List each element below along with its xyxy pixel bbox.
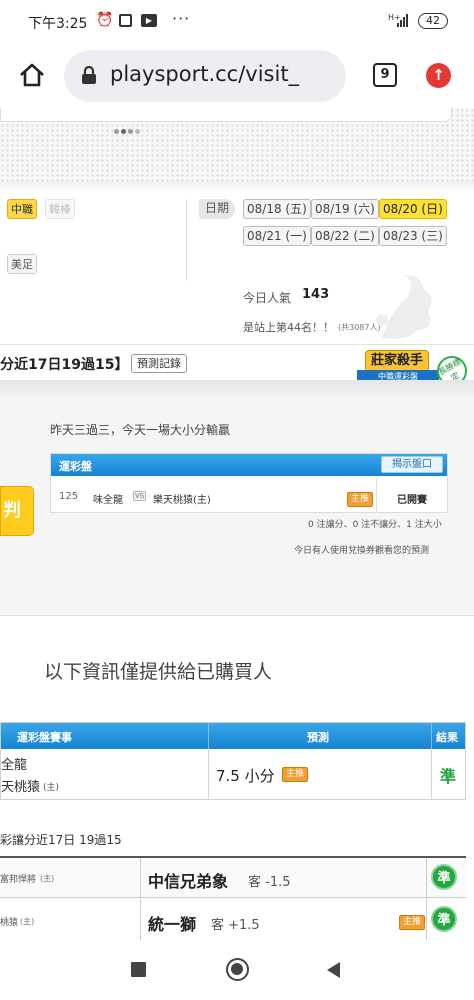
date-0820[interactable]: 08/20 (日) — [379, 199, 447, 219]
home-button[interactable] — [226, 958, 249, 981]
bet-table-title: 運彩盤 — [59, 460, 92, 473]
popularity-label: 今日人氣 — [243, 291, 292, 305]
handicap-result-2: 準 — [431, 906, 457, 932]
update-icon[interactable]: ↑ — [426, 63, 451, 88]
tag-kbo[interactable]: 韓棒 — [45, 199, 75, 219]
battery-icon: 42 — [418, 13, 448, 29]
header-prediction: 預測 — [307, 731, 329, 744]
summary-text: 昨天三過三，今天一場大小分輸贏 — [50, 423, 231, 437]
back-button[interactable] — [324, 960, 342, 980]
tag-nfl[interactable]: 美足 — [7, 254, 37, 274]
status-time: 下午3:25 — [28, 16, 88, 32]
handicap-row-1: 富邦悍將 (主) 中信兄弟象 客 -1.5 準 — [0, 858, 466, 898]
tab-count-button[interactable]: 9 — [373, 63, 397, 87]
result-team1: 全龍 — [1, 758, 28, 773]
handicap-left-1: 富邦悍將 — [0, 875, 37, 885]
result-team2: 天桃猿 — [1, 780, 41, 795]
host-pick-tag: 主推 — [347, 492, 374, 507]
handicap-result-1: 準 — [431, 864, 457, 890]
carousel-dots[interactable] — [114, 129, 140, 134]
handicap-left-suffix-1: (主) — [40, 874, 55, 883]
bet-counts: 0 注讓分、0 注不讓分、1 注大小 — [308, 520, 442, 530]
result-host-tag: 主推 — [282, 767, 309, 782]
purchased-notice: 以下資訊僅提供給已購買人 — [44, 661, 273, 683]
result-table: 運彩盤賽事 預測 結果 全龍 天桃猿 (主) 7.5 小分 主推 準 — [0, 722, 466, 800]
badge-main: 莊家殺手 — [365, 350, 429, 372]
game-number: 125 — [59, 491, 79, 502]
buy-button[interactable]: 判 — [0, 486, 34, 536]
handicap-left-2: 桃猿 — [0, 918, 19, 928]
date-0822[interactable]: 08/22 (二) — [311, 226, 379, 246]
away-team: 味全龍 — [93, 495, 123, 506]
vs-icon: VS — [133, 491, 147, 501]
date-0818[interactable]: 08/18 (五) — [243, 199, 311, 219]
date-label: 日期 — [199, 199, 236, 219]
bet-table-header: 運彩盤 揭示盤口 — [51, 454, 447, 476]
result-team2-suffix: (主) — [43, 783, 60, 793]
date-0819[interactable]: 08/19 (六) — [311, 199, 379, 219]
popularity-value: 143 — [302, 287, 330, 302]
result-mark: 準 — [440, 767, 457, 786]
popularity-rank: 是站上第44名！！ — [243, 321, 334, 334]
handicap-row-2: 桃猿 (主) 統一獅 客 +1.5 主推 準 — [0, 899, 466, 940]
panel-shadow — [0, 380, 474, 398]
home-team: 樂天桃猿(主) — [153, 495, 211, 506]
result-prediction: 7.5 小分 — [216, 767, 275, 785]
lock-icon — [82, 66, 96, 84]
cell-divider — [376, 478, 377, 512]
divider — [0, 182, 474, 190]
reveal-odds-button[interactable]: 揭示盤口 — [381, 456, 443, 473]
handicap-title: 彩讓分近17日 19過15 — [0, 833, 122, 847]
youtube-icon: ▶ — [141, 14, 157, 27]
header-event: 運彩盤賽事 — [17, 731, 72, 744]
exchange-notice: 今日有人使用兌換券觀看您的預測 — [294, 546, 430, 556]
web-page: 中職 韓棒 美足 日期 08/18 (五) 08/19 (六) 08/20 (日… — [0, 108, 474, 940]
date-0823[interactable]: 08/23 (三) — [379, 226, 447, 246]
recents-button[interactable] — [131, 962, 146, 977]
address-bar[interactable]: playsport.cc/visit_ — [64, 50, 346, 102]
handicap-host-tag-2: 主推 — [399, 915, 426, 930]
column-divider — [186, 199, 187, 281]
handicap-spread-2: 客 +1.5 — [211, 918, 260, 933]
message-icon — [119, 14, 132, 27]
home-icon[interactable] — [18, 62, 46, 88]
bet-table: 運彩盤 揭示盤口 125 味全龍 VS 樂天桃猿(主) 主推 已開賽 — [50, 453, 448, 513]
handicap-spread-1: 客 -1.5 — [248, 875, 291, 890]
more-icon: ··· — [172, 9, 191, 28]
handicap-left-suffix-2: (主) — [20, 917, 35, 926]
result-table-header: 運彩盤賽事 預測 結果 — [1, 723, 465, 749]
prediction-history-button[interactable]: 預測記錄 — [131, 354, 187, 373]
signal-bars-icon — [397, 14, 408, 27]
carousel-frame — [0, 108, 452, 122]
date-0821[interactable]: 08/21 (一) — [243, 226, 311, 246]
tag-cpbl[interactable]: 中職 — [7, 199, 37, 219]
record-title: 分近17日19過15】 — [0, 357, 129, 373]
handicap-pick-1: 中信兄弟象 — [148, 872, 229, 891]
status-bar: 下午3:25 ⏰ ▶ ··· H+ 42 — [0, 0, 474, 44]
system-nav-bar — [0, 940, 474, 1000]
mascot-icon — [376, 275, 432, 339]
alarm-icon: ⏰ — [96, 12, 114, 28]
game-status: 已開賽 — [397, 495, 427, 506]
browser-toolbar: playsport.cc/visit_ 9 ↑ — [0, 44, 474, 108]
handicap-table: 富邦悍將 (主) 中信兄弟象 客 -1.5 準 桃猿 (主) 統一獅 客 +1.… — [0, 856, 466, 940]
header-result: 結果 — [436, 731, 458, 744]
url-text[interactable]: playsport.cc/visit_ — [110, 62, 299, 86]
handicap-pick-2: 統一獅 — [148, 915, 197, 934]
